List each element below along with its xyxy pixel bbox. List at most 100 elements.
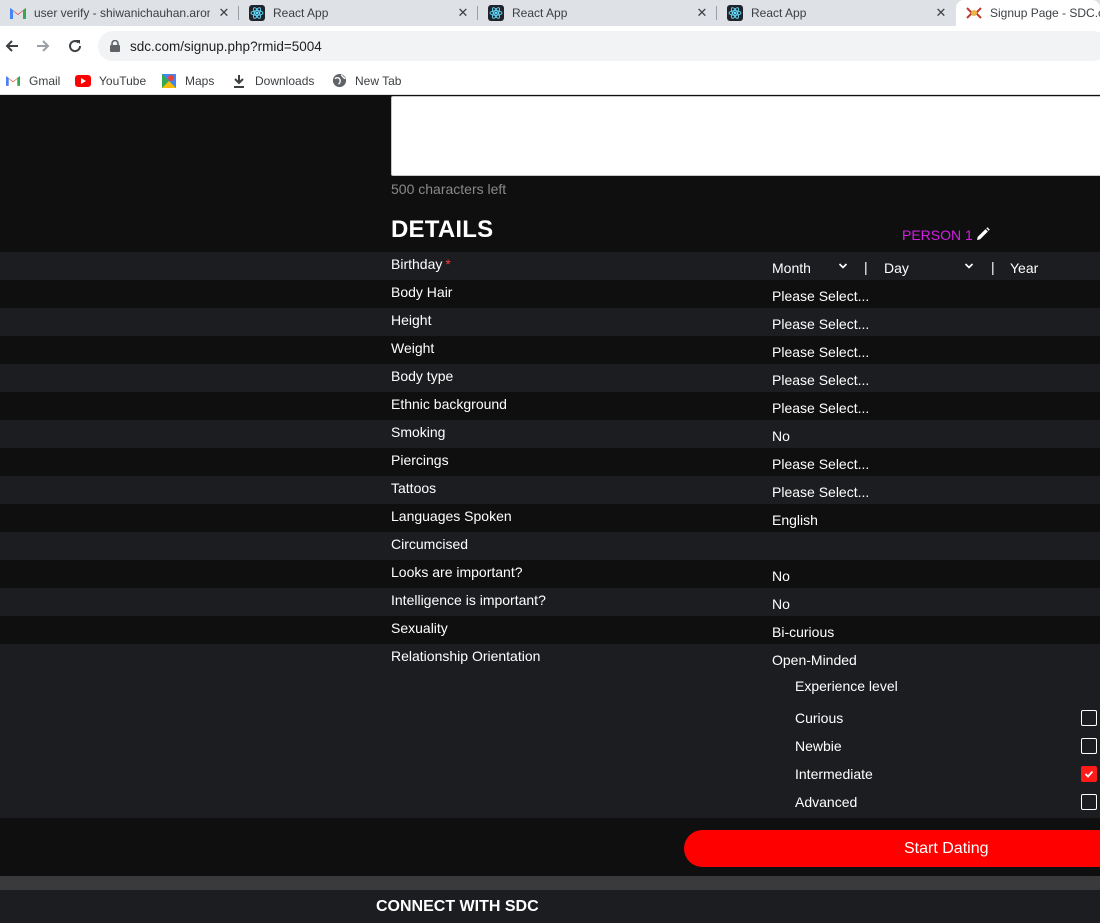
sexuality-select[interactable]: Bi-curious [772,624,834,640]
gmail-icon [10,5,26,21]
footer-divider [0,876,1100,890]
about-textarea[interactable] [391,96,1100,176]
react-icon [727,5,743,21]
curious-checkbox[interactable] [1081,710,1097,726]
back-button[interactable] [0,34,24,58]
maps-icon [161,73,177,89]
close-icon[interactable]: ✕ [694,5,710,21]
experience-option-label: Curious [795,710,844,726]
body-hair-select[interactable]: Please Select... [772,288,869,304]
weight-row: Weight Please Select... [0,336,1100,364]
weight-select[interactable]: Please Select... [772,344,869,360]
tab-react-app-2[interactable]: React App ✕ [478,0,716,26]
tab-title: React App [751,6,807,20]
address-bar[interactable]: sdc.com/signup.php?rmid=5004 [98,31,1100,61]
reload-button[interactable] [63,34,87,58]
looks-important-row: Looks are important? No [0,560,1100,588]
download-icon [231,73,247,89]
close-icon[interactable]: ✕ [933,5,949,21]
advanced-checkbox[interactable] [1081,794,1097,810]
checkmark-icon [1084,770,1094,778]
lock-icon[interactable] [110,40,120,52]
field-label: Sexuality [391,620,448,636]
field-label: Piercings [391,452,449,468]
ethnic-background-select[interactable]: Please Select... [772,400,869,416]
tattoos-select[interactable]: Please Select... [772,484,869,500]
languages-row: Languages Spoken English [0,504,1100,532]
reload-icon [69,40,82,53]
intelligence-important-select[interactable]: No [772,596,790,612]
field-label: Smoking [391,424,446,440]
experience-level-heading: Experience level [795,678,898,694]
chevron-down-icon[interactable] [838,261,848,271]
field-label: Ethnic background [391,396,507,412]
circumcised-row: Circumcised [0,532,1100,560]
bookmark-downloads[interactable]: Downloads [231,72,314,89]
bookmark-label: New Tab [355,73,402,88]
tab-signup-page[interactable]: Signup Page - SDC.co [956,0,1100,26]
birthday-month-select[interactable]: Month [772,260,811,276]
pencil-icon[interactable] [975,226,991,242]
field-label: Looks are important? [391,564,523,580]
react-icon [488,5,504,21]
arrow-right-icon [37,40,50,52]
close-icon[interactable]: ✕ [455,5,471,21]
tab-title: user verify - shiwanichauhan.aron [34,6,210,20]
field-label: Languages Spoken [391,508,512,524]
tab-title: React App [512,6,568,20]
gmail-icon [5,73,21,89]
relationship-orientation-select[interactable]: Open-Minded [772,652,857,668]
looks-important-select[interactable]: No [772,568,790,584]
tab-react-app-3[interactable]: React App ✕ [717,0,955,26]
field-label: Birthday [391,256,443,272]
forward-button[interactable] [31,34,55,58]
intermediate-checkbox[interactable] [1081,766,1097,782]
newbie-checkbox[interactable] [1081,738,1097,754]
experience-option-label: Advanced [795,794,858,810]
field-label: Body type [391,368,454,384]
arrow-left-icon [5,40,18,52]
body-hair-row: Body Hair Please Select... [0,280,1100,308]
languages-select[interactable]: English [772,512,818,528]
url-text[interactable]: sdc.com/signup.php?rmid=5004 [130,39,322,54]
bookmark-gmail[interactable]: Gmail [5,72,60,89]
experience-level-panel [0,670,1100,818]
bookmarks-bar: Gmail YouTube Maps Downloads New Tab [0,66,1100,95]
start-dating-button[interactable]: Start Dating [684,830,1100,867]
react-icon [249,5,265,21]
field-label: Height [391,312,432,328]
height-select[interactable]: Please Select... [772,316,869,332]
footer: CONNECT WITH SDC [0,890,1100,923]
required-marker: * [445,256,451,272]
sexuality-row: Sexuality Bi-curious [0,616,1100,644]
smoking-row: Smoking No [0,420,1100,448]
smoking-select[interactable]: No [772,428,790,444]
field-label: Body Hair [391,284,453,300]
footer-heading: CONNECT WITH SDC [376,898,539,915]
field-label: Circumcised [391,536,469,552]
birthday-day-select[interactable]: Day [884,260,909,276]
bookmark-label: Gmail [29,73,61,88]
separator: | [864,259,868,275]
youtube-icon [75,73,91,89]
tab-gmail[interactable]: user verify - shiwanichauhan.aron ✕ [0,0,238,26]
chevron-down-icon[interactable] [964,261,974,271]
bookmark-maps[interactable]: Maps [161,72,214,89]
bookmark-label: Downloads [255,73,315,88]
separator: | [991,259,995,275]
experience-option-label: Newbie [795,738,842,754]
birthday-label: Birthday * [391,256,451,272]
characters-left-counter: 500 characters left [391,181,507,197]
field-label: Weight [391,340,435,356]
bookmark-youtube[interactable]: YouTube [75,72,146,89]
birthday-row: Birthday * Month | Day | Year [0,252,1100,280]
bookmark-new-tab[interactable]: New Tab [331,72,401,89]
field-label: Relationship Orientation [391,648,541,664]
bookmark-label: Maps [185,73,215,88]
birthday-year-select[interactable]: Year [1010,260,1038,276]
tab-react-app-1[interactable]: React App ✕ [239,0,477,26]
close-icon[interactable]: ✕ [216,5,232,21]
body-type-select[interactable]: Please Select... [772,372,869,388]
field-label: Intelligence is important? [391,592,546,608]
piercings-select[interactable]: Please Select... [772,456,869,472]
